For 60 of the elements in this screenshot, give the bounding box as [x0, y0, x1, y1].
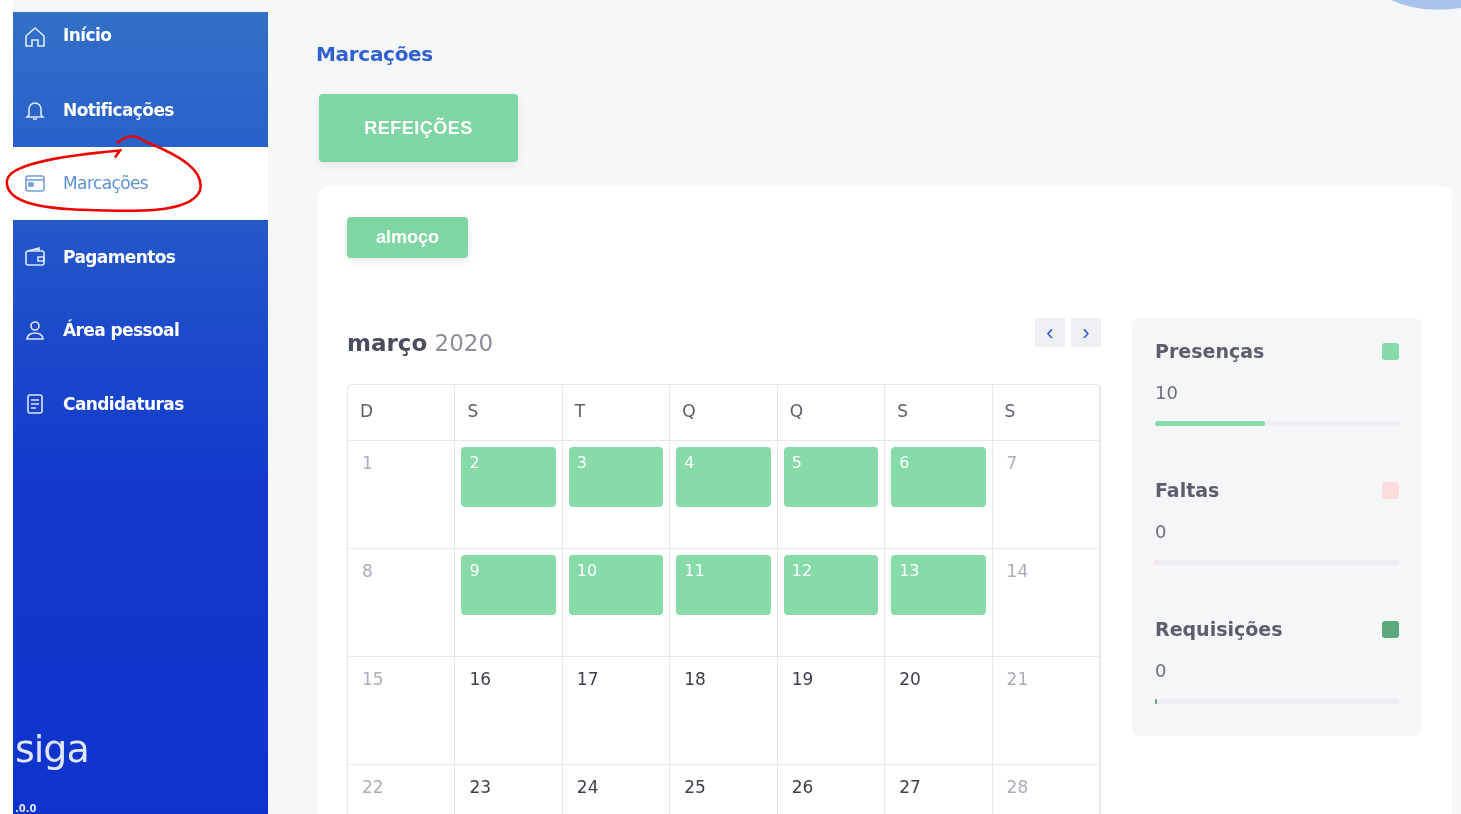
sidebar-item[interactable]: Marcações — [13, 146, 268, 220]
weekday-label: T — [574, 401, 586, 421]
stat-label: Requisições — [1155, 618, 1283, 640]
day-number[interactable]: 14 — [998, 555, 1037, 587]
month-label: março — [347, 330, 428, 356]
day-number[interactable]: 16 — [461, 663, 500, 695]
day-number[interactable]: 8 — [354, 555, 381, 587]
stat-value: 0 — [1155, 660, 1168, 681]
day-number[interactable]: 20 — [891, 663, 929, 695]
sidebar-item[interactable]: Área pessoal — [13, 293, 268, 367]
marked-day[interactable]: 5 — [783, 447, 879, 507]
marked-day[interactable]: 9 — [461, 555, 556, 615]
marked-day[interactable]: 4 — [676, 447, 771, 507]
meal-tag[interactable]: almoço — [347, 217, 468, 258]
weekday-label: Q — [789, 401, 804, 421]
marked-day[interactable]: 3 — [568, 447, 664, 507]
stat-value: 10 — [1155, 382, 1179, 403]
weekday-label: D — [360, 401, 374, 421]
day-number[interactable]: 1 — [354, 447, 381, 479]
day-number[interactable]: 24 — [568, 771, 607, 803]
sidebar-item[interactable]: Candidaturas — [13, 367, 268, 441]
day-number[interactable]: 25 — [676, 771, 714, 803]
day-number[interactable]: 21 — [998, 663, 1037, 695]
day-number[interactable]: 28 — [998, 771, 1037, 803]
marked-day[interactable]: 12 — [783, 555, 879, 615]
version-text: .0.0 — [15, 804, 38, 814]
weekday-label: S — [467, 401, 479, 421]
marked-day[interactable]: 10 — [568, 555, 664, 615]
sidebar-item[interactable]: Pagamentos — [13, 220, 268, 294]
weekday-label: S — [897, 401, 908, 421]
day-number[interactable]: 26 — [783, 771, 822, 803]
stat-value: 0 — [1155, 521, 1168, 542]
marked-day[interactable]: 6 — [891, 447, 986, 507]
marked-day[interactable]: 2 — [461, 447, 556, 507]
weekday-label: Q — [682, 401, 696, 421]
previous-month-button[interactable]: ‹ — [1035, 318, 1065, 347]
sidebar-item[interactable]: Notificações — [13, 73, 268, 147]
user-icon — [23, 318, 47, 343]
meals-button[interactable]: REFEIÇÕES — [319, 94, 518, 162]
day-number[interactable]: 7 — [998, 447, 1026, 479]
day-number[interactable]: 18 — [676, 663, 714, 695]
day-number[interactable]: 22 — [354, 771, 392, 803]
stat-label: Faltas — [1155, 479, 1220, 501]
day-number[interactable]: 23 — [461, 771, 500, 803]
weekday-label: S — [1004, 401, 1016, 421]
page-title: Marcações — [316, 42, 433, 66]
next-month-button[interactable]: › — [1071, 318, 1101, 347]
day-number[interactable]: 17 — [568, 663, 607, 695]
wallet-icon — [23, 244, 47, 269]
year-label: 2020 — [434, 330, 494, 356]
logo-text: siga — [15, 730, 90, 768]
marked-day[interactable]: 11 — [676, 555, 771, 615]
day-number[interactable]: 27 — [891, 771, 929, 803]
day-number[interactable]: 15 — [354, 663, 392, 695]
corner-arc-drawing — [1391, 0, 1461, 12]
sidebar-item[interactable]: Início — [13, 12, 268, 73]
day-number[interactable]: 19 — [783, 663, 822, 695]
stat-label: Presenças — [1155, 340, 1265, 362]
marked-day[interactable]: 13 — [891, 555, 986, 615]
home-icon — [23, 25, 47, 49]
